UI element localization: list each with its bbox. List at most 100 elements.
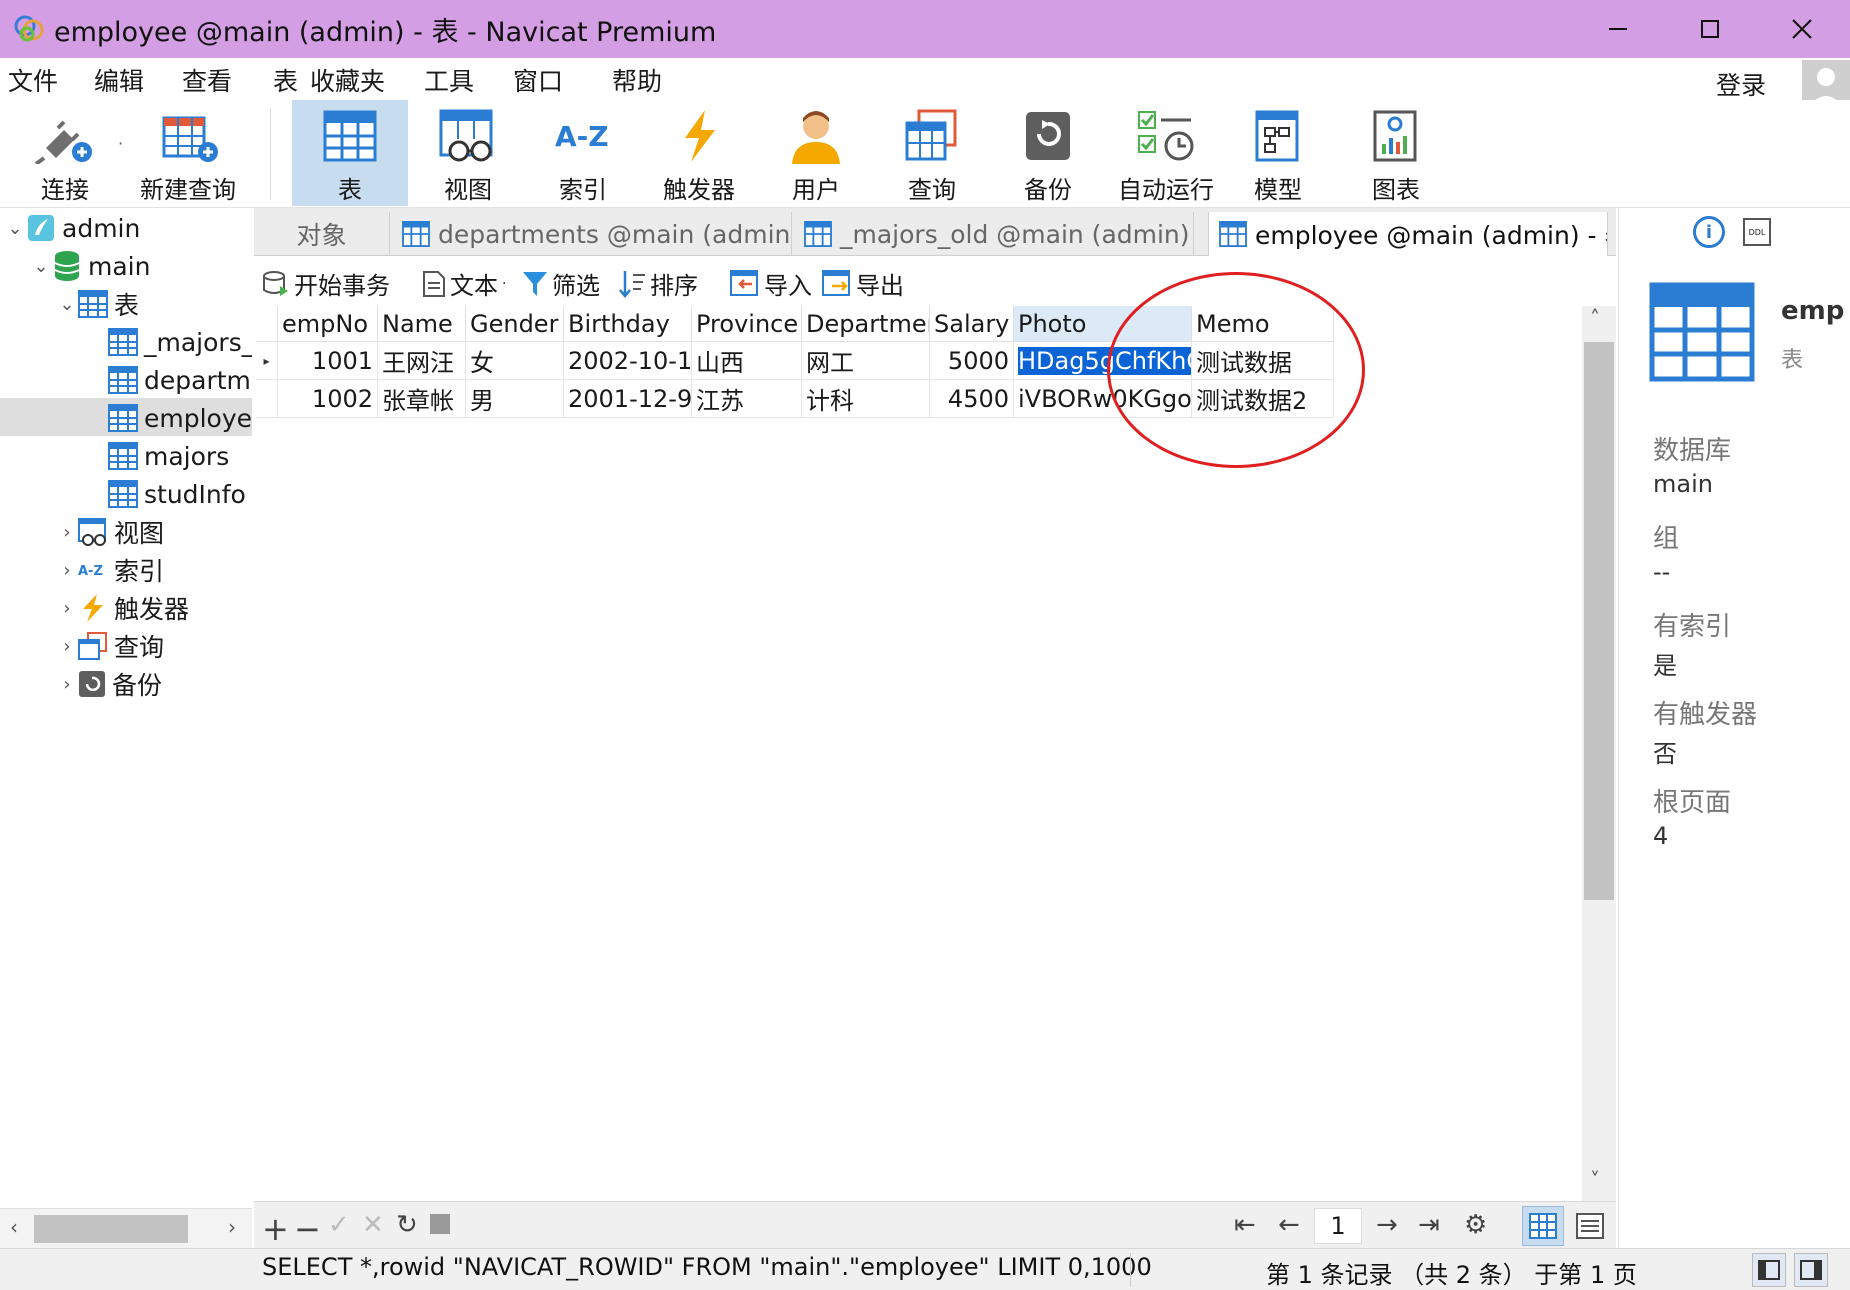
tab-objects[interactable]: 对象 [254,212,390,256]
toolbar-trigger-button[interactable]: 触发器 [656,100,742,206]
tree-table-item[interactable]: majors [108,438,229,474]
grid-view-button[interactable] [1522,1206,1564,1246]
table-cell-photo-selected[interactable]: HDag5gChfKhORJ [1014,342,1192,380]
collapsed-arrow-icon[interactable]: › [56,560,78,581]
discard-changes-icon[interactable]: ✕ [362,1210,384,1240]
row-selector[interactable] [256,380,278,418]
collapsed-arrow-icon[interactable]: › [56,636,78,657]
tree-indexes-group[interactable]: › A-Z 索引 [56,552,164,588]
table-cell[interactable]: 5000 [930,342,1014,380]
column-header-empno[interactable]: empNo [278,306,378,342]
table-cell[interactable]: 男 [466,380,564,418]
tab-majors-old[interactable]: _majors_old @main (admin) -... [794,212,1194,256]
column-header-photo[interactable]: Photo [1014,306,1192,342]
table-cell[interactable]: 江苏 [692,380,802,418]
toolbar-chart-button[interactable]: 图表 [1364,100,1428,206]
table-cell[interactable]: 1001 [278,342,378,380]
table-cell[interactable]: 山西 [692,342,802,380]
table-cell[interactable]: 女 [466,342,564,380]
scroll-down-icon[interactable]: ˅ [1590,1168,1600,1192]
toolbar-table-button[interactable]: 表 [292,100,408,206]
page-number-field[interactable]: 1 [1314,1208,1362,1244]
close-button[interactable] [1756,0,1848,58]
tree-triggers-group[interactable]: › 触发器 [56,590,189,626]
toolbar-backup-button[interactable]: 备份 [1016,100,1080,206]
dropdown-icon[interactable]: · [502,276,506,292]
text-view-button[interactable]: 文本 · [422,266,506,301]
tab-employee[interactable]: employee @main (admin) - 表 [1208,212,1608,256]
toolbar-user-button[interactable]: 用户 [786,100,846,206]
column-header-province[interactable]: Province [692,306,802,342]
collapsed-arrow-icon[interactable]: › [56,674,78,695]
tree-horizontal-scrollbar[interactable]: ‹ › [0,1208,252,1248]
scroll-up-icon[interactable]: ˄ [1590,306,1600,330]
table-cell[interactable]: 测试数据2 [1192,380,1334,418]
export-button[interactable]: 导出 [822,266,904,301]
column-header-memo[interactable]: Memo [1192,306,1334,342]
add-record-icon[interactable]: + [262,1210,289,1248]
toggle-right-pane-button[interactable] [1794,1253,1828,1287]
tree-connection-admin[interactable]: ⌄ admin [4,210,140,246]
toolbar-view-button[interactable]: 视图 [430,100,506,206]
menu-tools[interactable]: 工具 [424,62,474,98]
toolbar-model-button[interactable]: 模型 [1246,100,1310,206]
tree-tables-group[interactable]: ⌄ 表 [56,286,139,322]
info-icon[interactable]: i [1693,216,1725,248]
tree-table-item[interactable]: _majors_old [108,324,252,360]
column-header-birthday[interactable]: Birthday [564,306,692,342]
toolbar-query-button[interactable]: 查询 [900,100,964,206]
import-button[interactable]: 导入 [730,266,812,301]
form-view-button[interactable] [1570,1206,1610,1246]
toggle-left-pane-button[interactable] [1752,1253,1786,1287]
table-cell[interactable]: 测试数据 [1192,342,1334,380]
tree-scroll-thumb[interactable] [34,1215,188,1243]
column-header-salary[interactable]: Salary [930,306,1014,342]
grid-scroll-thumb[interactable] [1584,342,1614,900]
tree-table-item[interactable]: departments [108,362,252,398]
tree-database-main[interactable]: ⌄ main [30,248,150,284]
grid-vertical-scrollbar[interactable]: ˄ ˅ [1582,306,1616,1201]
menu-file[interactable]: 文件 [8,62,58,98]
table-cell[interactable]: 计科 [802,380,930,418]
table-cell[interactable]: 王网汪 [378,342,466,380]
column-header-name[interactable]: Name [378,306,466,342]
delete-record-icon[interactable]: − [294,1210,321,1248]
table-cell[interactable]: 张章帐 [378,380,466,418]
first-page-icon[interactable]: ⇤ [1234,1210,1256,1240]
new-query-button[interactable]: 新建查询 [136,100,240,206]
filter-button[interactable]: 筛选 [522,266,600,301]
collapsed-arrow-icon[interactable]: › [56,598,78,619]
last-page-icon[interactable]: ⇥ [1418,1210,1440,1240]
column-header-department[interactable]: Department [802,306,930,342]
login-link[interactable]: 登录 [1716,66,1766,102]
next-page-icon[interactable]: → [1376,1210,1398,1240]
sort-button[interactable]: 排序 [618,266,698,301]
scroll-right-icon[interactable]: › [228,1215,236,1239]
current-row-indicator-icon[interactable]: ▸ [256,342,278,380]
toolbar-index-button[interactable]: A-Z 索引 [548,100,618,206]
table-cell[interactable]: 4500 [930,380,1014,418]
menu-view[interactable]: 查看 [182,62,232,98]
apply-changes-icon[interactable]: ✓ [328,1210,350,1240]
column-header-gender[interactable]: Gender [466,306,564,342]
collapsed-arrow-icon[interactable]: › [56,522,78,543]
maximize-button[interactable] [1664,0,1756,58]
menu-window[interactable]: 窗口 [513,62,563,98]
tree-queries-group[interactable]: › 查询 [56,628,164,664]
settings-gear-icon[interactable]: ⚙ [1464,1210,1487,1240]
connect-button[interactable]: 连接 [28,100,102,206]
menu-edit[interactable]: 编辑 [94,62,144,98]
expand-arrow-icon[interactable]: ⌄ [4,218,26,239]
previous-page-icon[interactable]: ← [1278,1210,1300,1240]
tree-views-group[interactable]: › 视图 [56,514,164,550]
menu-help[interactable]: 帮助 [612,62,662,98]
stop-icon[interactable] [430,1214,450,1234]
refresh-icon[interactable]: ↻ [396,1210,418,1240]
table-cell[interactable]: 2002-10-11 [564,342,692,380]
tree-table-item[interactable]: studInfo [108,476,246,512]
expand-arrow-icon[interactable]: ⌄ [56,294,78,315]
tree-backups-group[interactable]: › 备份 [56,666,162,702]
minimize-button[interactable] [1572,0,1664,58]
menu-favorites[interactable]: 收藏夹 [310,62,385,98]
scroll-left-icon[interactable]: ‹ [10,1215,18,1239]
